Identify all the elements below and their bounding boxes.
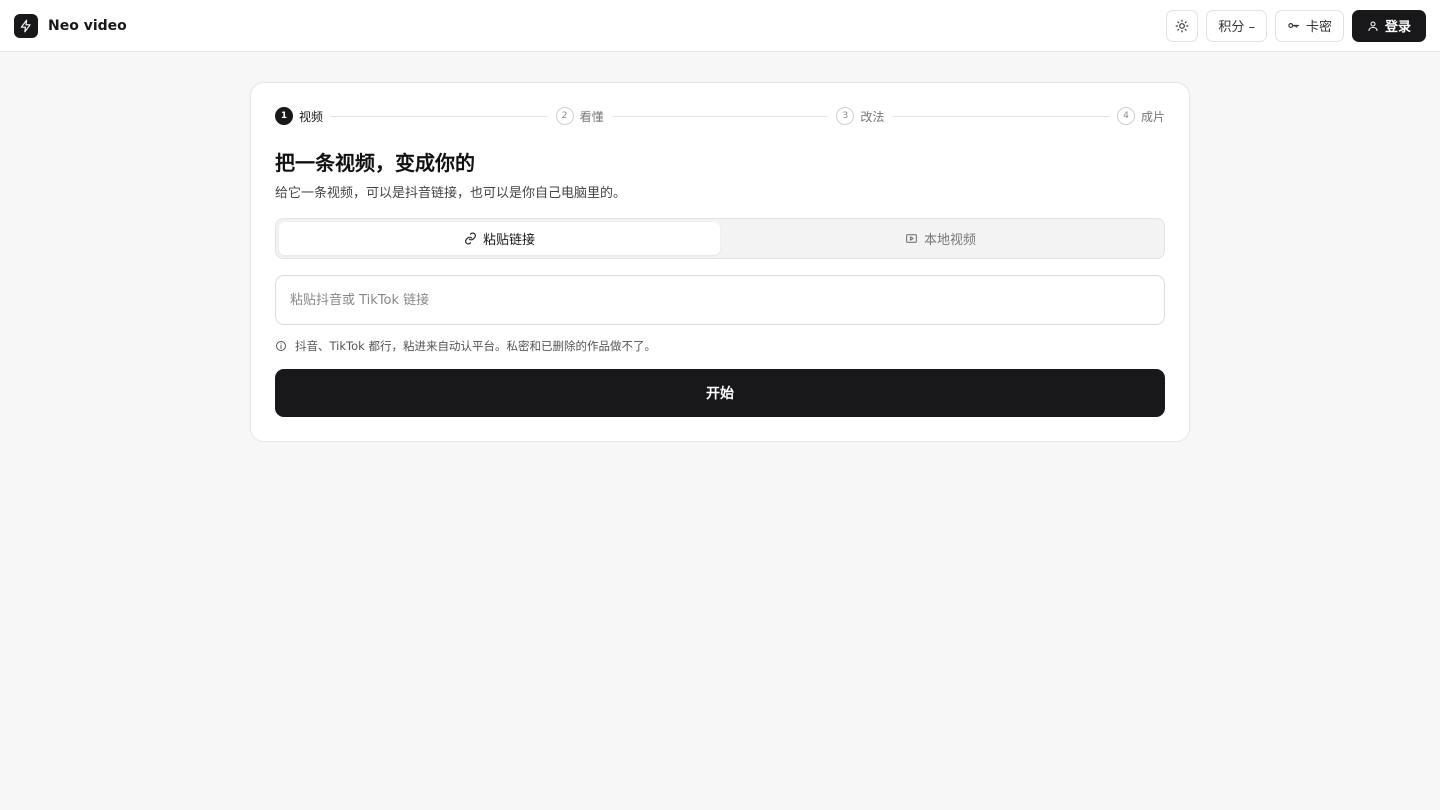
link-icon	[464, 232, 477, 245]
top-bar: Neo video 积分 – 卡密 登录	[0, 0, 1440, 52]
step-label: 成片	[1140, 109, 1165, 124]
video-url-input[interactable]	[275, 275, 1165, 325]
step-label: 看懂	[579, 109, 604, 124]
step-connector	[611, 115, 829, 117]
step-label: 改法	[860, 109, 885, 124]
login-button[interactable]: 登录	[1351, 9, 1426, 42]
step-final: 4 成片	[1116, 107, 1165, 125]
import-card: 1 视频 2 看懂 3 改法 4 成片 把一条视频，变成你的 给它一条视频，可以…	[250, 82, 1190, 442]
tab-local-video[interactable]: 本地视频	[720, 222, 1161, 255]
step-connector	[331, 115, 548, 117]
step-number: 3	[836, 107, 855, 125]
step-number: 4	[1116, 107, 1135, 125]
sun-icon	[1175, 19, 1189, 33]
stepper: 1 视频 2 看懂 3 改法 4 成片	[275, 107, 1165, 125]
video-icon	[905, 232, 918, 245]
page-title: 把一条视频，变成你的	[275, 151, 475, 175]
card-key-button[interactable]: 卡密	[1274, 9, 1344, 42]
start-button[interactable]: 开始	[275, 369, 1165, 417]
tab-paste-link[interactable]: 粘贴链接	[279, 222, 720, 255]
brand[interactable]: Neo video	[14, 13, 127, 38]
step-label: 视频	[299, 109, 324, 124]
input-hint: 抖音、TikTok 都行，粘进来自动认平台。私密和已删除的作品做不了。	[275, 338, 656, 354]
points-label: 积分 –	[1218, 20, 1255, 35]
points-button[interactable]: 积分 –	[1206, 9, 1267, 42]
step-number: 1	[275, 107, 293, 125]
step-video: 1 视频	[275, 107, 323, 125]
info-icon	[275, 340, 287, 352]
hint-text: 抖音、TikTok 都行，粘进来自动认平台。私密和已删除的作品做不了。	[295, 339, 656, 353]
step-number: 2	[555, 107, 574, 125]
login-label: 登录	[1384, 20, 1411, 35]
key-icon	[1287, 19, 1300, 32]
theme-toggle-button[interactable]	[1166, 9, 1199, 42]
page-subtitle: 给它一条视频，可以是抖音链接，也可以是你自己电脑里的。	[275, 186, 627, 201]
tab-label: 粘贴链接	[482, 233, 535, 248]
step-connector	[892, 115, 1109, 117]
step-understand: 2 看懂	[555, 107, 604, 125]
step-edit: 3 改法	[836, 107, 884, 125]
app-name: Neo video	[48, 17, 127, 34]
card-key-label: 卡密	[1305, 20, 1332, 35]
source-tabs: 粘贴链接 本地视频	[275, 218, 1165, 259]
lightning-bolt-icon	[14, 13, 38, 38]
user-icon	[1367, 20, 1379, 32]
tab-label: 本地视频	[923, 233, 976, 248]
header-actions: 积分 – 卡密 登录	[1166, 9, 1426, 42]
